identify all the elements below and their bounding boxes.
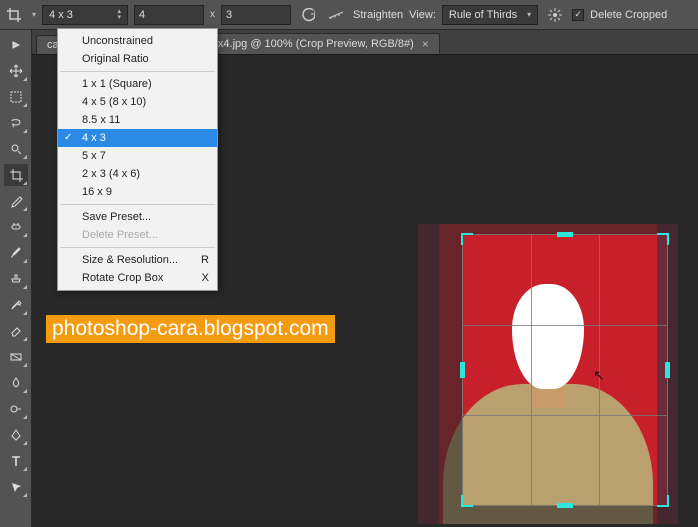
crop-box[interactable]: ↖ <box>462 234 668 506</box>
ratio-menu-item[interactable]: Unconstrained <box>58 32 217 50</box>
close-tab-icon[interactable]: × <box>422 37 429 51</box>
delete-cropped-label: Delete Cropped <box>590 9 667 21</box>
cursor-icon: ↖ <box>593 367 605 384</box>
ratio-menu-item[interactable]: 16 x 9 <box>58 183 217 201</box>
quick-select-tool[interactable] <box>4 138 28 160</box>
ratio-menu-item[interactable]: 8.5 x 11 <box>58 111 217 129</box>
crop-settings-button[interactable] <box>544 4 566 26</box>
chevron-down-icon: ▾ <box>527 10 531 19</box>
tools-panel <box>0 30 32 527</box>
crop-handle-bl[interactable] <box>461 495 473 507</box>
menu-separator <box>60 247 215 248</box>
eraser-tool[interactable] <box>4 320 28 342</box>
view-label: View: <box>409 9 436 21</box>
move-tool[interactable] <box>4 60 28 82</box>
straighten-icon[interactable] <box>325 4 347 26</box>
crop-overlay-value: Rule of Thirds <box>449 9 517 21</box>
crop-options-bar: ▾ 4 x 3 ▴▾ x Straighten View: Rule of Th… <box>0 0 698 30</box>
brush-tool[interactable] <box>4 242 28 264</box>
ratio-menu-item[interactable]: Original Ratio <box>58 50 217 68</box>
crop-handle-tr[interactable] <box>657 233 669 245</box>
path-select-tool[interactable] <box>4 476 28 498</box>
stepper-arrows-icon: ▴▾ <box>118 9 122 21</box>
type-tool[interactable] <box>4 450 28 472</box>
chevron-down-icon: ▾ <box>32 10 36 19</box>
crop-handle-ml[interactable] <box>460 362 465 378</box>
crop-handle-br[interactable] <box>657 495 669 507</box>
healing-brush-tool[interactable] <box>4 216 28 238</box>
menu-separator <box>60 204 215 205</box>
menu-separator <box>60 71 215 72</box>
document-tab-main[interactable]: foto 3x4.jpg @ 100% (Crop Preview, RGB/8… <box>179 33 439 54</box>
clear-ratio-button[interactable] <box>297 4 319 26</box>
tab-title: foto 3x4.jpg @ 100% (Crop Preview, RGB/8… <box>190 38 413 50</box>
crop-tool[interactable] <box>4 164 28 186</box>
clone-stamp-tool[interactable] <box>4 268 28 290</box>
lasso-tool[interactable] <box>4 112 28 134</box>
ratio-menu-item[interactable]: Rotate Crop BoxX <box>58 269 217 287</box>
crop-handle-mr[interactable] <box>665 362 670 378</box>
ratio-menu-item[interactable]: 2 x 3 (4 x 6) <box>58 165 217 183</box>
dodge-tool[interactable] <box>4 398 28 420</box>
ratio-menu-item[interactable]: Size & Resolution...R <box>58 251 217 269</box>
crop-handle-tl[interactable] <box>461 233 473 245</box>
aspect-ratio-label: 4 x 3 <box>49 9 73 21</box>
gradient-tool[interactable] <box>4 346 28 368</box>
eyedropper-tool[interactable] <box>4 190 28 212</box>
ratio-menu-item[interactable]: Save Preset... <box>58 208 217 226</box>
crop-width-input[interactable] <box>134 5 204 25</box>
ratio-menu-item[interactable]: 1 x 1 (Square) <box>58 75 217 93</box>
straighten-label: Straighten <box>353 9 403 21</box>
ratio-menu-item[interactable]: 4 x 5 (8 x 10) <box>58 93 217 111</box>
marquee-tool[interactable] <box>4 86 28 108</box>
ratio-menu-item[interactable]: 5 x 7 <box>58 147 217 165</box>
watermark-text: photoshop-cara.blogspot.com <box>46 315 335 343</box>
collapse-arrow-icon[interactable] <box>4 34 28 56</box>
crop-handle-tm[interactable] <box>557 232 573 237</box>
crop-handle-bm[interactable] <box>557 503 573 508</box>
delete-cropped-checkbox[interactable]: ✓ <box>572 9 584 21</box>
check-icon: ✓ <box>64 132 72 143</box>
crop-tool-icon <box>4 5 24 25</box>
aspect-ratio-dropdown[interactable]: 4 x 3 ▴▾ <box>42 5 128 25</box>
pen-tool[interactable] <box>4 424 28 446</box>
crop-height-input[interactable] <box>221 5 291 25</box>
ratio-menu-item: Delete Preset... <box>58 226 217 244</box>
crop-overlay-dropdown[interactable]: Rule of Thirds ▾ <box>442 5 538 25</box>
aspect-ratio-menu: Unconstrained Original Ratio 1 x 1 (Squa… <box>57 28 218 291</box>
ratio-menu-item[interactable]: ✓4 x 3 <box>58 129 217 147</box>
history-brush-tool[interactable] <box>4 294 28 316</box>
blur-tool[interactable] <box>4 372 28 394</box>
swap-dimensions-button[interactable]: x <box>210 9 215 20</box>
canvas-image[interactable]: ↖ <box>418 224 678 524</box>
